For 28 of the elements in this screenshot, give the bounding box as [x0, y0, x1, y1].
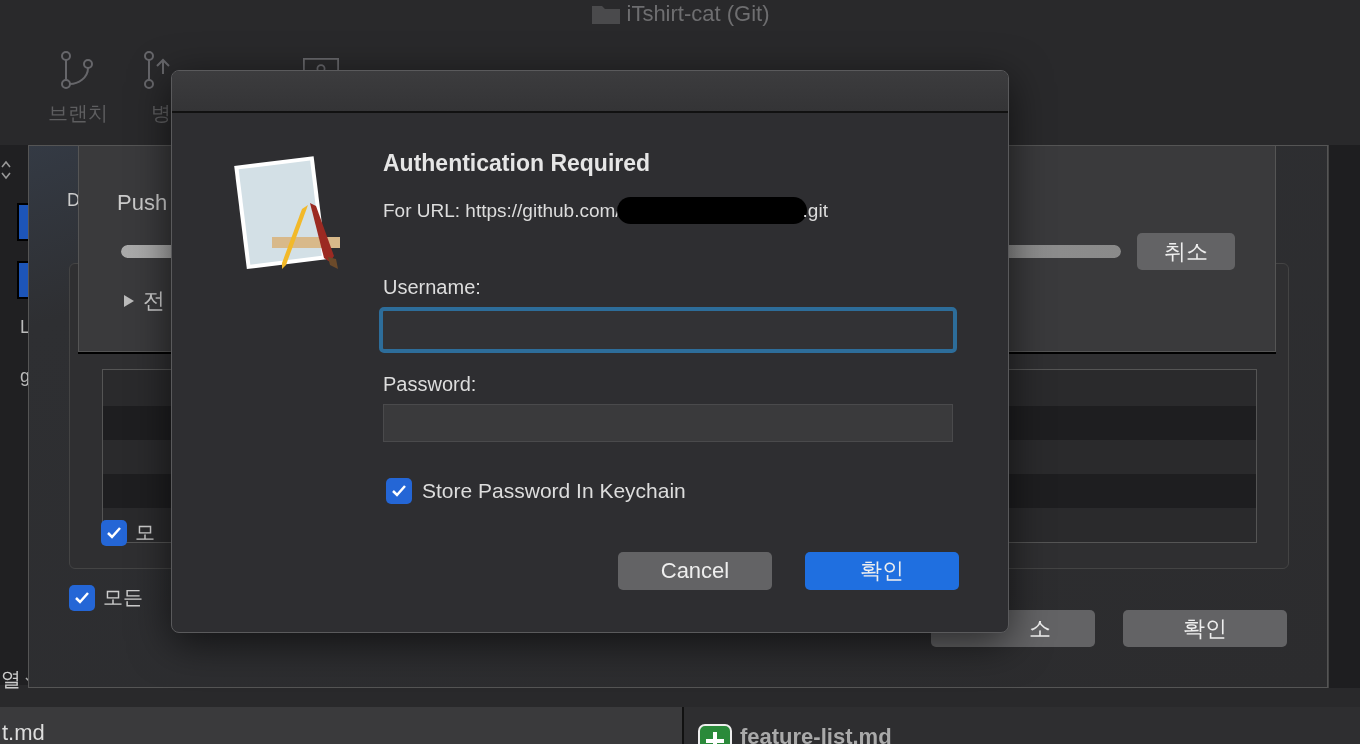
dialog-title: Authentication Required	[383, 150, 652, 177]
cancel-button[interactable]: 취소	[1137, 233, 1235, 270]
checkbox-label[interactable]: 모	[135, 519, 155, 546]
input-field[interactable]	[379, 307, 957, 353]
updown-icon[interactable]	[0, 159, 12, 181]
branch-icon[interactable]	[60, 50, 96, 90]
file-name[interactable]: t.md	[2, 720, 45, 744]
sidebar-text: L	[20, 317, 28, 338]
folder-icon	[590, 3, 621, 25]
window-title: iTshirt-cat (Git)	[626, 1, 770, 27]
file-name[interactable]: feature-list.md	[740, 724, 892, 744]
disclosure-icon[interactable]	[123, 294, 135, 308]
checkbox-label[interactable]: 모든	[103, 584, 143, 611]
column-label[interactable]: 열	[1, 666, 21, 693]
checkbox[interactable]	[386, 478, 412, 504]
sheet-button[interactable]: 확인	[1123, 610, 1287, 647]
checkbox-label[interactable]: Store Password In Keychain	[422, 479, 686, 503]
url-text: For URL: https://github.com/	[383, 199, 621, 222]
input-field[interactable]	[383, 404, 953, 442]
dialog-button[interactable]: 확인	[805, 552, 959, 590]
sheet-title: Push	[117, 190, 168, 216]
field-label: Password:	[383, 373, 478, 396]
field-label: Username:	[383, 276, 482, 299]
dialog-button[interactable]: Cancel	[618, 552, 772, 590]
disclosure-label[interactable]: 전	[143, 286, 165, 316]
url-text: .git	[802, 199, 828, 222]
checkbox[interactable]	[69, 584, 95, 611]
checkbox[interactable]	[101, 519, 127, 546]
